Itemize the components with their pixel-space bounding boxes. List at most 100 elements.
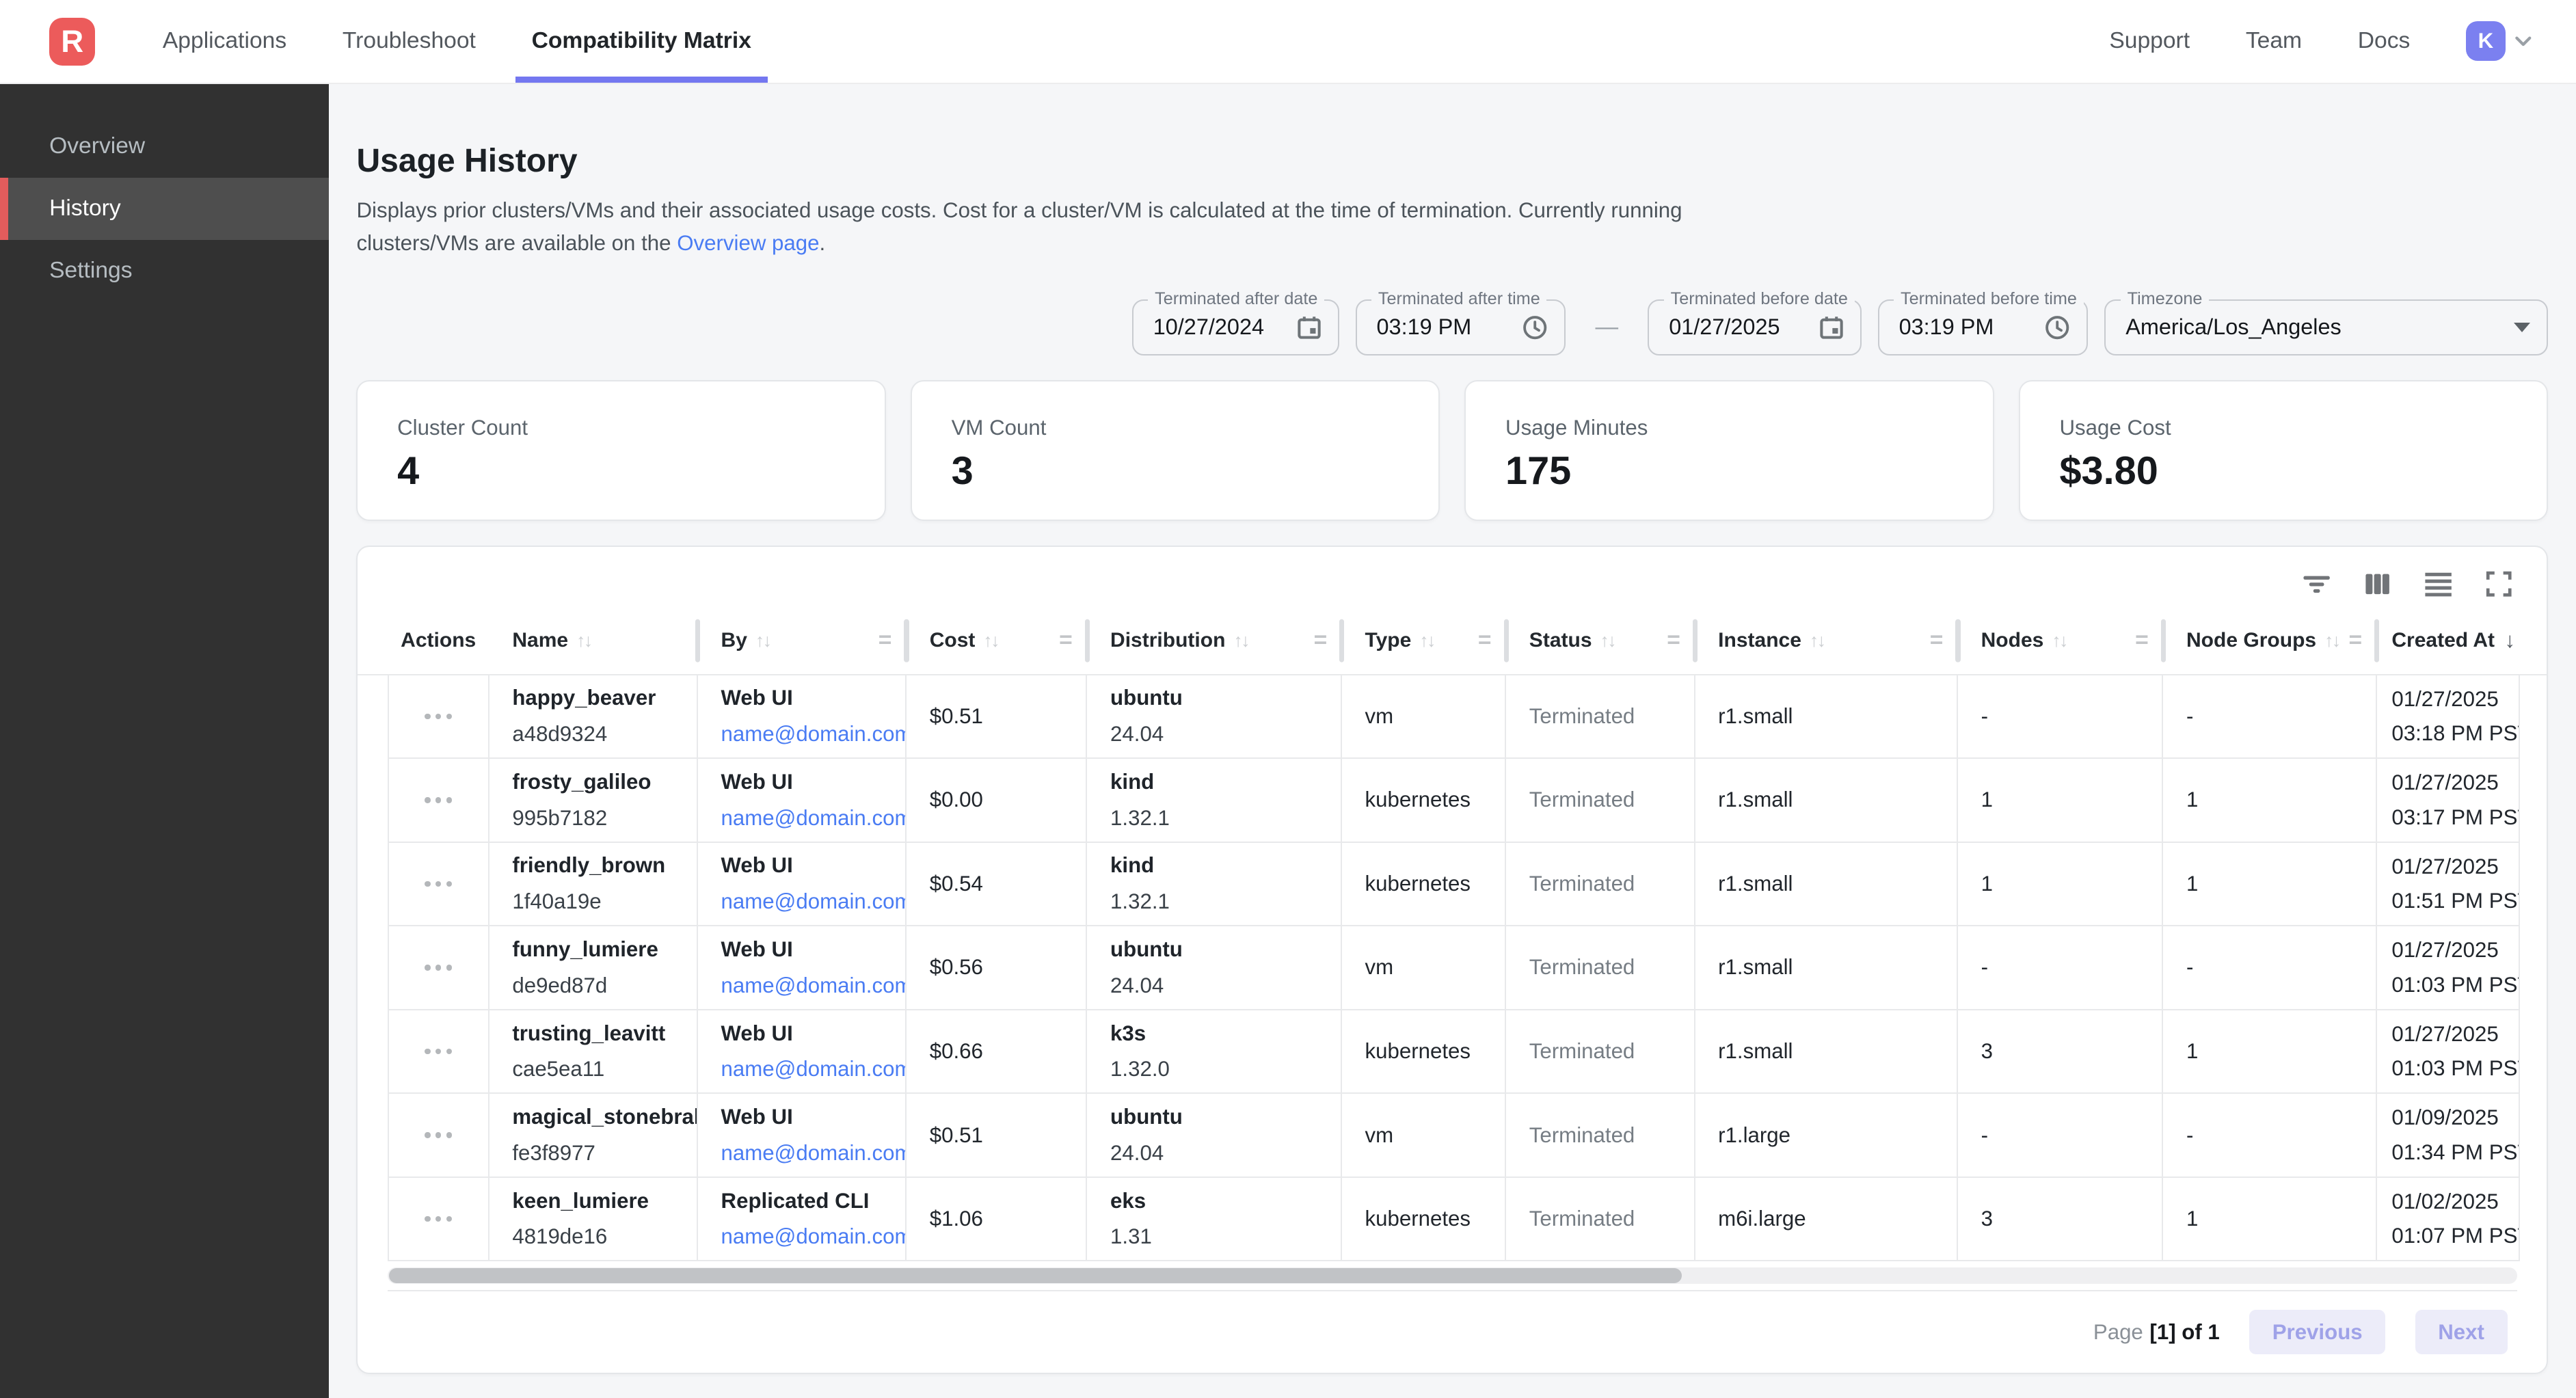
column-header-name[interactable]: Name↑↓	[489, 608, 698, 673]
by-email-link[interactable]: name@domain.com	[721, 889, 906, 914]
distribution-name: ubuntu	[1110, 937, 1341, 962]
terminated-before-date-value[interactable]: 01/27/2025	[1669, 314, 1806, 340]
row-actions-button[interactable]	[388, 1010, 489, 1093]
sort-arrows-icon[interactable]: ↑↓	[2052, 630, 2067, 651]
filter-row: Terminated after date 10/27/2024 Termina…	[356, 299, 2548, 355]
terminated-after-date-value[interactable]: 10/27/2024	[1153, 314, 1284, 340]
row-actions-button[interactable]	[388, 926, 489, 1009]
brand-logo-icon[interactable]: R	[49, 18, 95, 66]
created-time: 03:17 PM PST	[2391, 805, 2518, 830]
column-header-type[interactable]: Type↑↓=	[1342, 608, 1506, 673]
sort-arrows-icon[interactable]: ↑↓	[1810, 630, 1825, 651]
sort-arrows-icon[interactable]: ↑↓	[983, 630, 998, 651]
column-menu-icon[interactable]: =	[1314, 628, 1328, 654]
sort-arrows-icon[interactable]: ↑↓	[576, 630, 591, 651]
table-row: keen_lumiere 4819de16 Replicated CLI nam…	[388, 1178, 2520, 1262]
table-toolbar	[358, 547, 2547, 608]
terminated-before-time-value[interactable]: 03:19 PM	[1899, 314, 2031, 340]
stat-value: $3.80	[2059, 448, 2507, 494]
row-actions-button[interactable]	[388, 843, 489, 926]
terminated-before-date-field[interactable]: Terminated before date 01/27/2025	[1648, 299, 1861, 355]
terminated-before-time-label: Terminated before time	[1894, 289, 2083, 309]
clock-icon[interactable]	[2044, 314, 2070, 340]
column-menu-icon[interactable]: =	[1930, 628, 1944, 654]
cell-instance: r1.large	[1695, 1094, 1958, 1177]
columns-icon[interactable]	[2363, 569, 2392, 599]
by-email-link[interactable]: name@domain.com	[721, 806, 906, 831]
row-actions-button[interactable]	[388, 759, 489, 842]
sort-arrows-icon[interactable]: ↑↓	[755, 630, 770, 651]
cell-cost: $0.51	[907, 675, 1087, 758]
nav-tab-compatibility-matrix[interactable]: Compatibility Matrix	[504, 0, 779, 83]
sidebar-item-history[interactable]: History	[0, 178, 329, 240]
sort-arrows-icon[interactable]: ↑↓	[2324, 630, 2339, 651]
timezone-value[interactable]: America/Los_Angeles	[2125, 314, 2501, 340]
cell-node-groups: 1	[2163, 1178, 2376, 1261]
row-actions-button[interactable]	[388, 1094, 489, 1177]
column-header-created-at[interactable]: Created At↓	[2377, 608, 2520, 673]
terminated-after-date-field[interactable]: Terminated after date 10/27/2024	[1132, 299, 1339, 355]
column-menu-icon[interactable]: =	[1059, 628, 1073, 654]
distribution-name: kind	[1110, 770, 1341, 794]
avatar[interactable]: K	[2466, 21, 2506, 61]
stat-cards: Cluster Count 4 VM Count 3 Usage Minutes…	[356, 380, 2548, 522]
cell-instance: r1.small	[1695, 926, 1958, 1009]
created-date: 01/27/2025	[2391, 770, 2518, 795]
by-source: Web UI	[721, 1105, 906, 1129]
created-date: 01/27/2025	[2391, 938, 2518, 963]
column-header-cost[interactable]: Cost↑↓=	[907, 608, 1087, 673]
sort-desc-icon[interactable]: ↓	[2504, 628, 2515, 653]
user-menu[interactable]: K	[2466, 21, 2535, 61]
density-icon[interactable]	[2424, 569, 2453, 599]
sidebar-item-overview[interactable]: Overview	[0, 115, 329, 177]
column-menu-icon[interactable]: =	[2348, 628, 2362, 654]
clock-icon[interactable]	[1522, 314, 1548, 340]
terminated-before-time-field[interactable]: Terminated before time 03:19 PM	[1878, 299, 2089, 355]
column-menu-icon[interactable]: =	[2135, 628, 2149, 654]
overview-page-link[interactable]: Overview page	[677, 231, 819, 255]
calendar-icon[interactable]	[1819, 315, 1844, 340]
column-menu-icon[interactable]: =	[1478, 628, 1492, 654]
scrollbar-thumb[interactable]	[389, 1268, 1682, 1283]
column-menu-icon[interactable]: =	[1667, 628, 1680, 654]
nav-link-docs[interactable]: Docs	[2358, 28, 2411, 54]
column-header-status[interactable]: Status↑↓=	[1506, 608, 1695, 673]
next-page-button[interactable]: Next	[2415, 1310, 2508, 1354]
cluster-id: 1f40a19e	[512, 889, 697, 914]
scrollbar-track[interactable]	[388, 1267, 2517, 1284]
filter-icon[interactable]	[2302, 569, 2331, 599]
column-menu-icon[interactable]: =	[878, 628, 892, 654]
chevron-down-icon[interactable]	[2512, 29, 2535, 53]
cell-instance: r1.small	[1695, 759, 1958, 842]
nav-link-team[interactable]: Team	[2246, 28, 2302, 54]
cell-status: Terminated	[1506, 1178, 1695, 1261]
cell-name: happy_beaver a48d9324	[489, 675, 698, 758]
terminated-after-time-field[interactable]: Terminated after time 03:19 PM	[1356, 299, 1566, 355]
select-arrow-icon[interactable]	[2514, 323, 2530, 332]
column-header-by[interactable]: By↑↓=	[698, 608, 907, 673]
by-email-link[interactable]: name@domain.com	[721, 973, 906, 998]
sidebar-item-settings[interactable]: Settings	[0, 240, 329, 302]
nav-tab-troubleshoot[interactable]: Troubleshoot	[314, 0, 504, 83]
fullscreen-icon[interactable]	[2484, 569, 2514, 599]
row-actions-button[interactable]	[388, 1178, 489, 1261]
timezone-select[interactable]: Timezone America/Los_Angeles	[2104, 299, 2548, 355]
sort-arrows-icon[interactable]: ↑↓	[1419, 630, 1434, 651]
column-header-distribution[interactable]: Distribution↑↓=	[1087, 608, 1341, 673]
by-source: Web UI	[721, 686, 906, 710]
sort-arrows-icon[interactable]: ↑↓	[1233, 630, 1248, 651]
calendar-icon[interactable]	[1297, 315, 1321, 340]
terminated-after-time-value[interactable]: 03:19 PM	[1376, 314, 1508, 340]
by-email-link[interactable]: name@domain.com	[721, 1057, 906, 1081]
row-actions-button[interactable]	[388, 675, 489, 758]
by-email-link[interactable]: name@domain.com	[721, 1224, 906, 1249]
previous-page-button[interactable]: Previous	[2249, 1310, 2385, 1354]
by-email-link[interactable]: name@domain.com	[721, 722, 906, 747]
column-header-node-groups[interactable]: Node Groups↑↓=	[2163, 608, 2376, 673]
sort-arrows-icon[interactable]: ↑↓	[1600, 630, 1615, 651]
nav-tab-applications[interactable]: Applications	[135, 0, 314, 83]
column-header-nodes[interactable]: Nodes↑↓=	[1958, 608, 2163, 673]
by-email-link[interactable]: name@domain.com	[721, 1141, 906, 1166]
column-header-instance[interactable]: Instance↑↓=	[1695, 608, 1958, 673]
nav-link-support[interactable]: Support	[2109, 28, 2190, 54]
